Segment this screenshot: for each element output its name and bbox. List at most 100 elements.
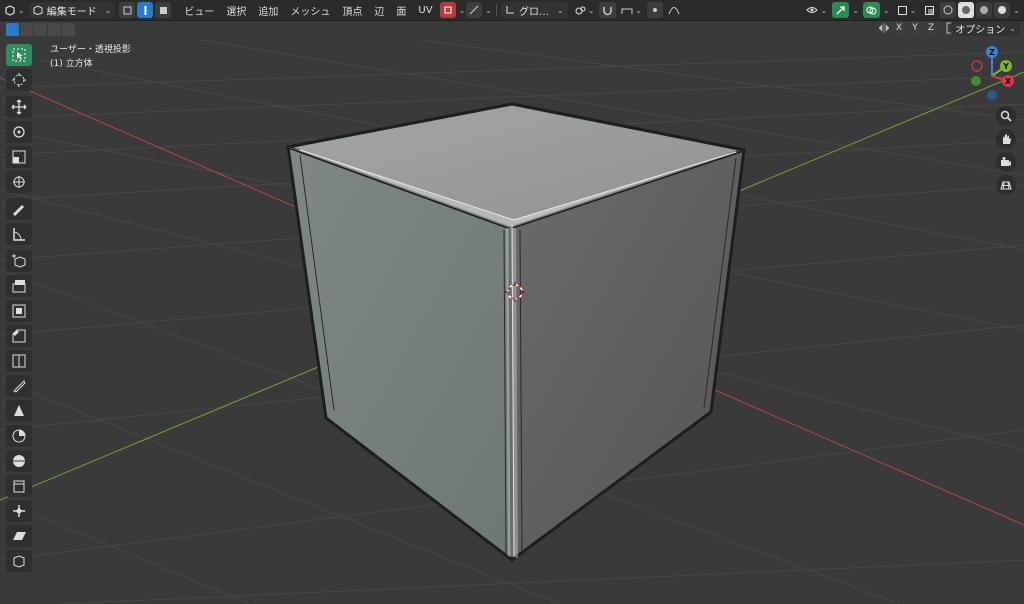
menu-face[interactable]: 面 (390, 3, 412, 18)
eye-icon (806, 7, 819, 13)
orientation-icon (506, 6, 514, 14)
mesh-overlay-icon (897, 5, 907, 15)
select-extend-button[interactable] (20, 22, 33, 36)
transform-orientation-dropdown[interactable]: グロ… ⌄ (500, 2, 568, 18)
menu-select[interactable]: 選択 (220, 3, 252, 18)
menu-uv[interactable]: UV (412, 5, 438, 16)
tool-scale[interactable] (6, 146, 32, 168)
tool-rip[interactable] (6, 550, 32, 572)
tool-smooth[interactable] (6, 450, 32, 472)
axis-z-button[interactable]: Z (924, 21, 938, 35)
mirror-axis-group: X Y Z (878, 21, 958, 35)
tool-transform[interactable] (6, 171, 32, 193)
tool-add-cube[interactable] (6, 250, 32, 272)
navigation-buttons (996, 106, 1016, 198)
gizmo-neg-y[interactable] (971, 76, 981, 86)
snap-button[interactable] (599, 2, 617, 18)
rip-icon (13, 555, 25, 568)
tool-select-box[interactable] (6, 44, 32, 66)
3d-viewport[interactable] (0, 0, 1024, 604)
edge-select-button[interactable] (137, 2, 154, 18)
select-box-icon (12, 48, 26, 62)
tool-measure[interactable] (6, 223, 32, 245)
tool-rotate[interactable] (6, 121, 32, 143)
tool-spin[interactable] (6, 425, 32, 447)
falloff-icon (668, 7, 680, 15)
edit-mode-icon (33, 5, 43, 15)
camera-view-button[interactable] (996, 152, 1016, 172)
tool-move[interactable] (6, 96, 32, 118)
menu-vertex[interactable]: 頂点 (336, 3, 368, 18)
tool-edge-slide[interactable] (6, 475, 32, 497)
blender-window: ⌄ 編集モード ⌄ ビュー 選択 追加 メッシュ 頂点 辺 面 UV ⌄ ⌄ グ… (0, 0, 1024, 604)
shading-solid-button[interactable] (958, 2, 975, 18)
gizmo-x-label: X (1005, 77, 1012, 86)
axis-gizmo[interactable]: Z Y X (966, 42, 1018, 102)
bevel-icon (12, 329, 26, 343)
magnet-icon (603, 6, 613, 15)
tool-loop-cut[interactable] (6, 350, 32, 372)
material-shading-icon (980, 6, 989, 14)
smooth-icon (13, 455, 25, 467)
cube-editor-icon (5, 5, 15, 16)
viewport-info: ユーザー・透視投影 (1) 立方体 (50, 43, 131, 71)
axis-x-button[interactable]: X (892, 21, 906, 35)
shading-rendered-button[interactable] (994, 2, 1011, 18)
tool-shrink-fatten[interactable] (6, 500, 32, 522)
xray-button[interactable] (921, 2, 938, 18)
pan-button[interactable] (996, 129, 1016, 149)
transform-icon (13, 176, 25, 188)
proportional-button[interactable] (466, 2, 483, 18)
mesh-edit-overlays-button[interactable]: ⌄ (894, 2, 920, 18)
object-name-label: (1) 立方体 (50, 59, 93, 69)
ortho-toggle-button[interactable] (996, 175, 1016, 195)
pan-hand-icon (1003, 134, 1011, 144)
tool-extrude[interactable] (6, 275, 32, 297)
zoom-icon (1000, 110, 1012, 122)
pivot-point-button[interactable]: ⌄ (572, 2, 598, 18)
view-object-types-button[interactable]: ⌄ (803, 2, 830, 18)
proportional-edit-button[interactable] (647, 2, 664, 18)
view-name-label: ユーザー・透視投影 (50, 45, 131, 55)
face-select-button[interactable] (155, 2, 172, 18)
vertex-select-button[interactable] (119, 2, 136, 18)
vertex-select-icon (123, 6, 132, 14)
pivot-button[interactable] (439, 2, 456, 18)
scale-icon (12, 150, 26, 164)
mode-dropdown[interactable]: 編集モード ⌄ (28, 2, 116, 18)
gizmo-neg-z[interactable] (987, 90, 997, 100)
snap-target-button[interactable]: ⌄ (618, 2, 645, 18)
menu-add[interactable]: 追加 (252, 3, 284, 18)
grid-ortho-icon (1000, 181, 1012, 190)
shading-material-button[interactable] (976, 2, 993, 18)
tool-cursor[interactable] (6, 69, 32, 91)
falloff-button[interactable] (665, 2, 683, 18)
tool-annotate[interactable] (6, 198, 32, 220)
camera-icon (1001, 157, 1011, 166)
zoom-button[interactable] (996, 106, 1016, 126)
tool-inset[interactable] (6, 300, 32, 322)
gizmo-neg-x[interactable] (971, 60, 983, 72)
overlays-button[interactable] (862, 2, 880, 18)
menu-mesh[interactable]: メッシュ (284, 3, 336, 18)
gizmo-toggle-button[interactable] (832, 2, 850, 18)
overlays-icon (866, 6, 877, 14)
editor-type-button[interactable]: ⌄ (1, 2, 28, 18)
options-dropdown[interactable]: オプション ⌄ (951, 21, 1020, 36)
menu-view[interactable]: ビュー (178, 3, 220, 18)
navigation-gizmo[interactable]: Z Y X (966, 42, 1018, 102)
menu-edge[interactable]: 辺 (368, 3, 390, 18)
select-invert-button[interactable] (48, 22, 61, 36)
select-subtract-button[interactable] (34, 22, 47, 36)
select-intersect-button[interactable] (62, 22, 75, 36)
spin-icon (12, 429, 26, 443)
axis-y-button[interactable]: Y (908, 21, 922, 35)
tool-poly-build[interactable] (6, 400, 32, 422)
tool-knife[interactable] (6, 375, 32, 397)
tool-settings-bar: X Y Z オプション ⌄ (0, 20, 1024, 38)
viewport-canvas[interactable] (0, 0, 1024, 604)
shading-wireframe-button[interactable] (940, 2, 957, 18)
select-new-button[interactable] (6, 22, 19, 36)
tool-bevel[interactable] (6, 325, 32, 347)
tool-shear[interactable] (6, 525, 32, 547)
